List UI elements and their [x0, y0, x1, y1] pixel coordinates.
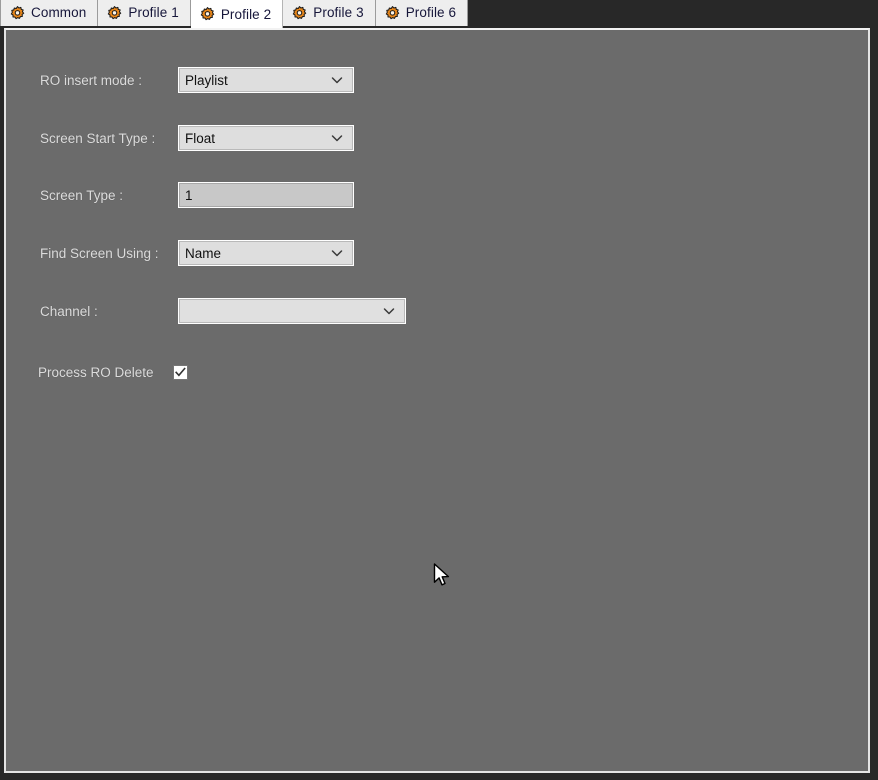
- channel-combobox[interactable]: [178, 298, 406, 324]
- field-row-find-screen-using: Find Screen Using : Name: [6, 239, 868, 269]
- gear-icon: [10, 5, 25, 19]
- application-window: Common Profile 1 Profile 2 Profile 3 Pro…: [0, 0, 878, 780]
- chevron-down-icon[interactable]: [328, 129, 346, 147]
- find-screen-using-value: Name: [185, 245, 222, 261]
- process-ro-delete-checkbox[interactable]: [173, 365, 188, 380]
- tab-label: Profile 6: [405, 5, 457, 21]
- chevron-down-icon[interactable]: [328, 71, 346, 89]
- ro-insert-mode-label: RO insert mode :: [40, 73, 143, 88]
- tab-label: Profile 2: [220, 6, 272, 22]
- field-row-process-ro-delete: Process RO Delete: [6, 358, 868, 388]
- tab-profile-2[interactable]: Profile 2: [190, 0, 284, 28]
- screen-start-type-value: Float: [185, 130, 216, 146]
- screen-type-label: Screen Type :: [40, 188, 124, 203]
- gear-icon: [385, 5, 399, 19]
- tab-profile-6[interactable]: Profile 6: [375, 0, 469, 26]
- screen-type-input[interactable]: 1: [178, 182, 354, 208]
- process-ro-delete-label: Process RO Delete: [38, 365, 154, 380]
- tab-profile-3[interactable]: Profile 3: [283, 0, 376, 26]
- chevron-down-icon[interactable]: [380, 302, 398, 320]
- ro-insert-mode-combobox[interactable]: Playlist: [178, 67, 354, 93]
- tab-label: Common: [31, 5, 87, 21]
- screen-start-type-label: Screen Start Type :: [40, 131, 156, 146]
- tab-profile-1[interactable]: Profile 1: [98, 0, 191, 26]
- gear-icon: [108, 5, 122, 19]
- ro-insert-mode-value: Playlist: [185, 72, 228, 88]
- screen-type-value: 1: [185, 187, 193, 203]
- gear-icon: [200, 7, 215, 21]
- field-row-screen-type: Screen Type : 1: [6, 181, 868, 211]
- find-screen-using-label: Find Screen Using :: [40, 246, 159, 261]
- gear-icon: [293, 5, 307, 19]
- chevron-down-icon[interactable]: [328, 244, 346, 262]
- screen-start-type-combobox[interactable]: Float: [178, 125, 354, 151]
- tab-label: Profile 1: [128, 5, 179, 21]
- profile-settings-panel: RO insert mode : Playlist Screen Start T…: [4, 28, 870, 773]
- field-row-screen-start-type: Screen Start Type : Float: [6, 124, 868, 154]
- tab-strip: Common Profile 1 Profile 2 Profile 3 Pro…: [0, 0, 878, 28]
- field-row-ro-insert-mode: RO insert mode : Playlist: [6, 66, 868, 96]
- tab-label: Profile 3: [313, 5, 364, 21]
- find-screen-using-combobox[interactable]: Name: [178, 240, 354, 266]
- checkmark-icon: [175, 367, 186, 377]
- field-row-channel: Channel :: [6, 297, 868, 327]
- tab-common[interactable]: Common: [0, 0, 99, 26]
- channel-label: Channel :: [40, 304, 98, 319]
